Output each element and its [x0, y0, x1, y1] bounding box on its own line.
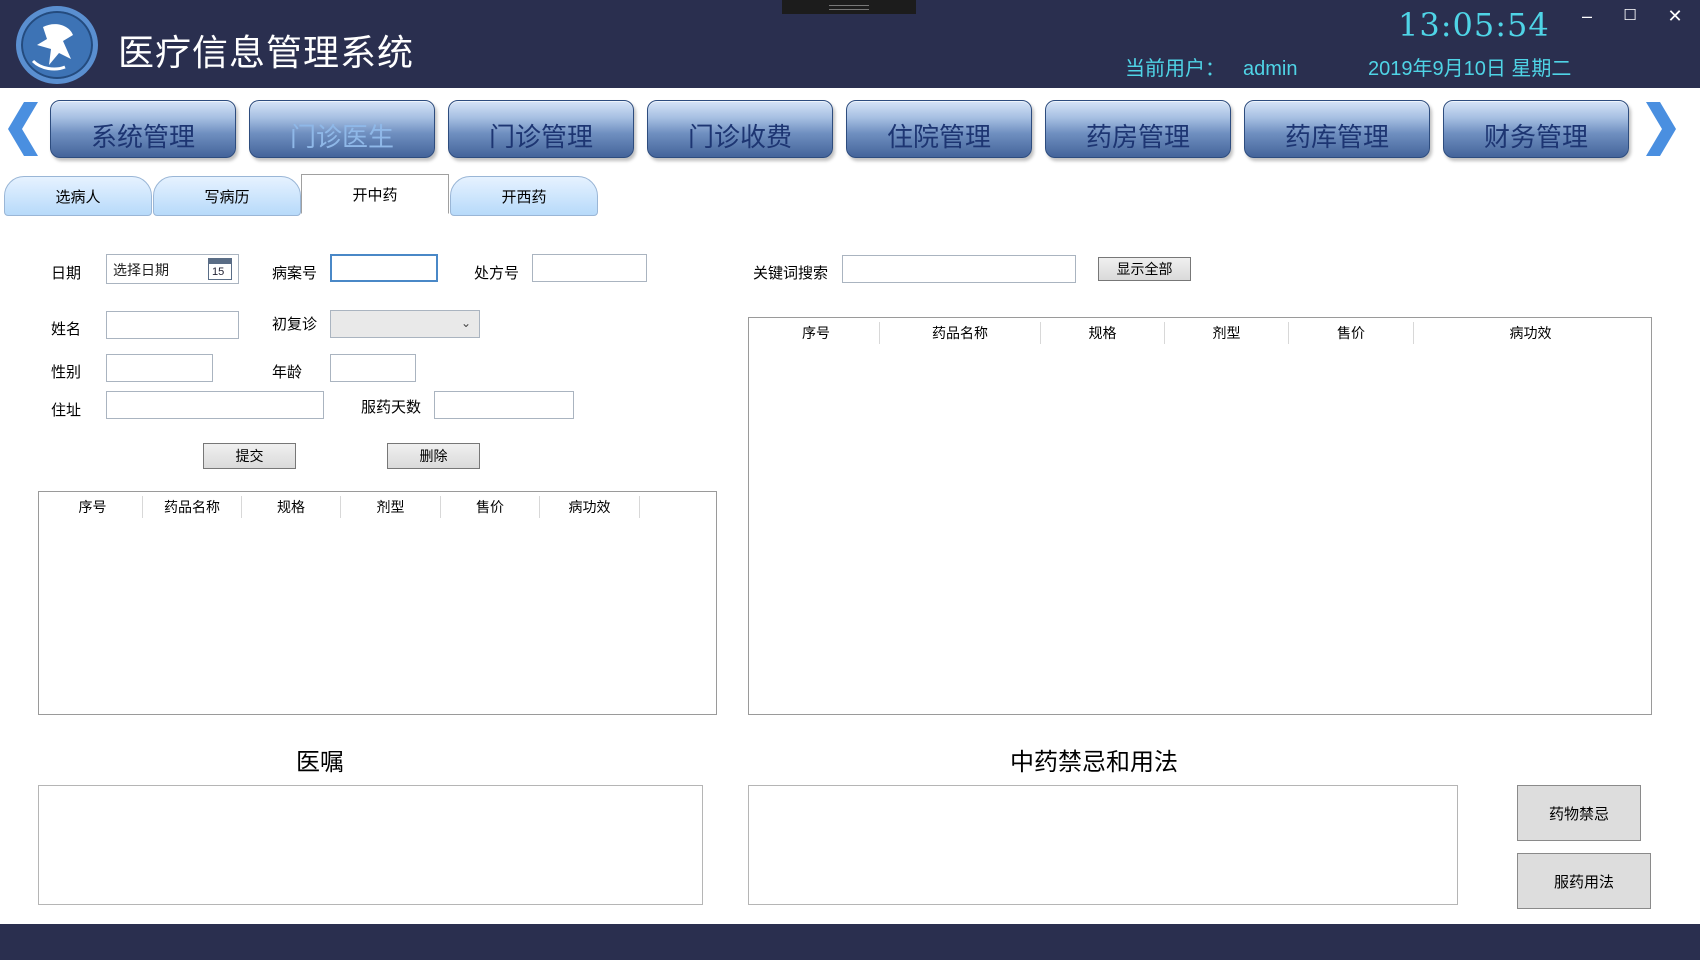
visit-type-select[interactable]: ⌄ [330, 310, 480, 338]
nav-drug-storage-management[interactable]: 药库管理 [1244, 100, 1430, 158]
app-title: 医疗信息管理系统 [118, 32, 415, 73]
current-user-label: 当前用户： [1125, 58, 1225, 80]
col-drug-name[interactable]: 药品名称 [880, 322, 1041, 344]
tab-chinese-medicine[interactable]: 开中药 [301, 174, 449, 214]
col-spec[interactable]: 规格 [1041, 322, 1165, 344]
current-user-name: admin [1243, 58, 1298, 80]
gender-label: 性别 [51, 364, 82, 381]
address-input[interactable] [106, 391, 324, 419]
status-bar [0, 924, 1700, 960]
age-input[interactable] [330, 354, 416, 382]
nav-next-button[interactable] [1640, 100, 1680, 158]
case-no-label: 病案号 [272, 265, 318, 282]
col-price[interactable]: 售价 [1289, 322, 1414, 344]
calendar-icon[interactable]: 15 [208, 258, 232, 280]
nav-finance-management[interactable]: 财务管理 [1443, 100, 1629, 158]
col-efficacy[interactable]: 病功效 [540, 496, 640, 518]
tab-western-medicine[interactable]: 开西药 [450, 176, 598, 216]
prescription-table[interactable]: 序号 药品名称 规格 剂型 售价 病功效 [38, 491, 717, 715]
title-bar: 医疗信息管理系统 13:05:54 – ☐ ✕ 当前用户： admin 2019年… [0, 0, 1700, 88]
date-label: 日期 [51, 265, 82, 282]
name-input[interactable] [106, 311, 239, 339]
app-logo-icon [16, 6, 98, 84]
address-label: 住址 [51, 402, 82, 419]
col-filler [640, 496, 712, 518]
chevron-left-icon [8, 102, 38, 156]
clock: 13:05:54 [1398, 6, 1550, 44]
nav-prev-button[interactable] [4, 100, 44, 158]
nav-pharmacy-management[interactable]: 药房管理 [1045, 100, 1231, 158]
prescription-table-header: 序号 药品名称 规格 剂型 售价 病功效 [43, 496, 712, 518]
col-spec[interactable]: 规格 [242, 496, 341, 518]
drug-contraindication-button[interactable]: 药物禁忌 [1517, 785, 1641, 841]
age-label: 年龄 [272, 364, 303, 381]
name-label: 姓名 [51, 321, 82, 338]
col-index[interactable]: 序号 [753, 322, 880, 344]
col-index[interactable]: 序号 [43, 496, 143, 518]
close-button[interactable]: ✕ [1660, 4, 1690, 28]
chevron-down-icon: ⌄ [460, 316, 471, 330]
col-efficacy[interactable]: 病功效 [1414, 322, 1647, 344]
doctor-advice-title: 医嘱 [296, 749, 344, 776]
keyword-search-input[interactable] [842, 255, 1076, 283]
nav-inpatient-management[interactable]: 住院管理 [846, 100, 1032, 158]
gender-input[interactable] [106, 354, 213, 382]
current-user: 当前用户： admin [1125, 52, 1297, 81]
case-no-input[interactable] [330, 254, 438, 282]
current-date: 2019年9月10日 星期二 [1368, 58, 1572, 80]
maximize-button[interactable]: ☐ [1615, 4, 1645, 28]
col-price[interactable]: 售价 [441, 496, 540, 518]
days-label: 服药天数 [361, 399, 422, 416]
tab-write-record[interactable]: 写病历 [153, 176, 301, 216]
days-input[interactable] [434, 391, 574, 419]
doctor-advice-textarea[interactable] [38, 785, 703, 905]
delete-button[interactable]: 删除 [387, 443, 480, 469]
col-form[interactable]: 剂型 [1165, 322, 1289, 344]
date-picker-placeholder: 选择日期 [113, 262, 169, 278]
tcm-usage-textarea[interactable] [748, 785, 1458, 905]
nav-outpatient-doctor[interactable]: 门诊医生 [249, 100, 435, 158]
visit-type-label: 初复诊 [272, 316, 318, 333]
submit-button[interactable]: 提交 [203, 443, 296, 469]
date-picker[interactable]: 选择日期 15 [106, 254, 239, 284]
chevron-right-icon [1646, 102, 1676, 156]
nav-system-management[interactable]: 系统管理 [50, 100, 236, 158]
rx-no-input[interactable] [532, 254, 647, 282]
keyword-search-label: 关键词搜索 [753, 265, 829, 282]
nav-outpatient-management[interactable]: 门诊管理 [448, 100, 634, 158]
tcm-usage-title: 中药禁忌和用法 [1010, 749, 1178, 776]
tab-select-patient[interactable]: 选病人 [4, 176, 152, 216]
nav-outpatient-billing[interactable]: 门诊收费 [647, 100, 833, 158]
drag-handle[interactable] [782, 0, 916, 14]
col-form[interactable]: 剂型 [341, 496, 441, 518]
minimize-button[interactable]: – [1572, 4, 1602, 28]
drug-list-table-header: 序号 药品名称 规格 剂型 售价 病功效 [753, 322, 1647, 344]
rx-no-label: 处方号 [474, 265, 520, 282]
show-all-button[interactable]: 显示全部 [1098, 257, 1191, 281]
drug-list-table[interactable]: 序号 药品名称 规格 剂型 售价 病功效 [748, 317, 1652, 715]
usage-button[interactable]: 服药用法 [1517, 853, 1651, 909]
col-drug-name[interactable]: 药品名称 [143, 496, 242, 518]
